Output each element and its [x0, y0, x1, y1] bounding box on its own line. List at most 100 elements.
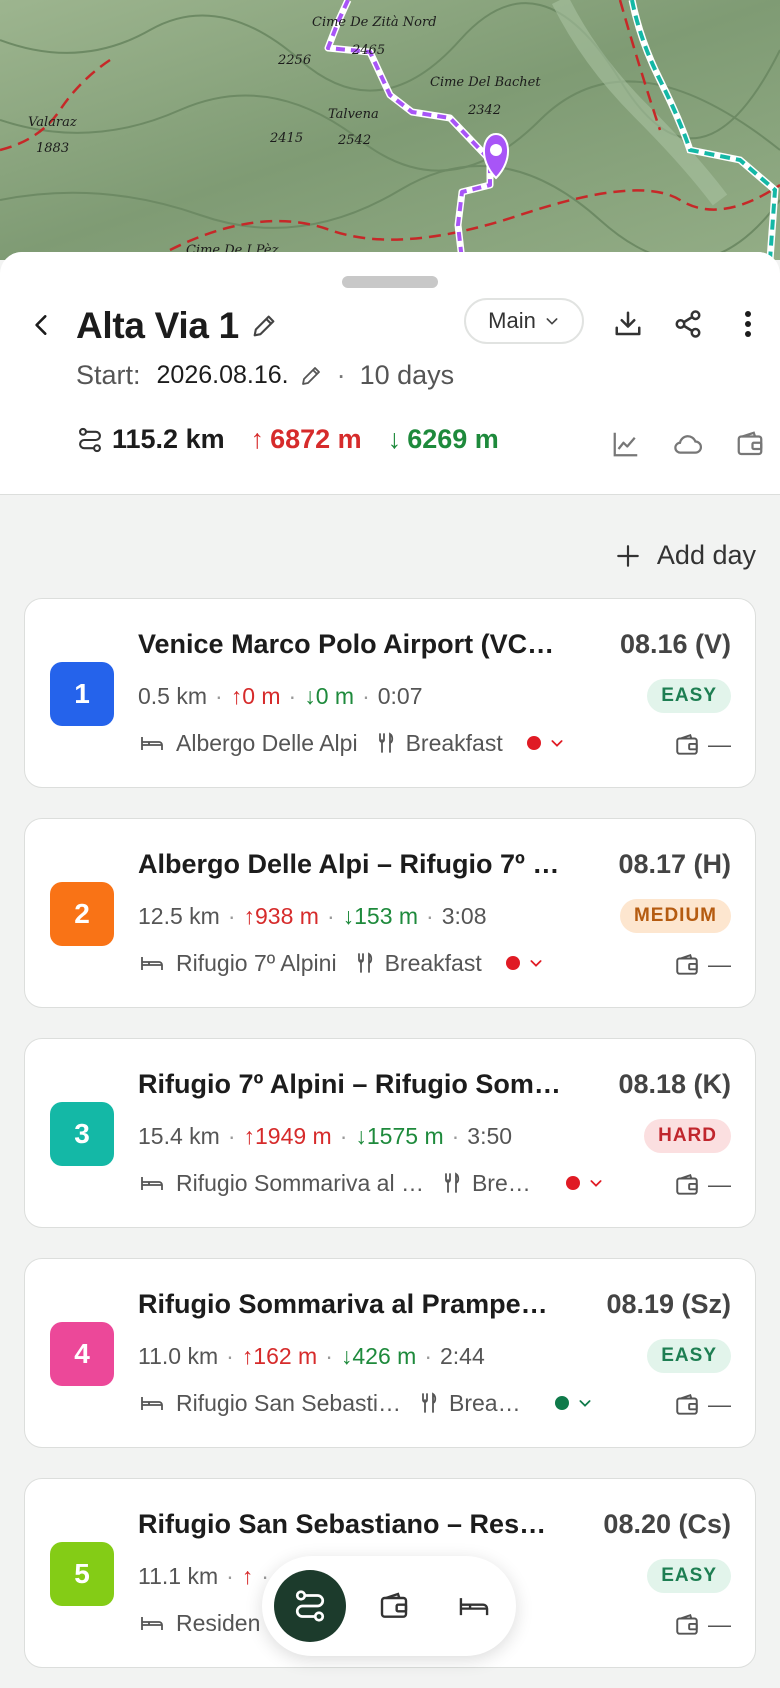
elevation-chart-button[interactable] — [606, 424, 646, 464]
budget-button[interactable] — [730, 424, 770, 464]
arrow-down-icon: ↓ — [342, 903, 355, 929]
day-distance: 0.5 km — [138, 683, 208, 709]
arrow-up-icon: ↑ — [250, 424, 265, 454]
cutlery-icon — [372, 729, 400, 757]
day-distance: 12.5 km — [138, 903, 220, 929]
day-budget-value: — — [708, 1171, 731, 1197]
wallet-icon — [737, 431, 763, 456]
day-lodging[interactable]: Rifugio 7º Alpini — [176, 950, 337, 977]
add-day-label: Add day — [656, 540, 756, 570]
arrow-up-icon: ↑ — [243, 903, 256, 929]
wallet-icon — [674, 1172, 700, 1198]
arrow-up-icon: ↑ — [241, 1563, 254, 1589]
total-distance: 115.2 km — [112, 424, 225, 454]
tab-route[interactable] — [274, 1570, 346, 1642]
day-stats: 12.5 km · ↑ 938 m · ↓ 153 m · 3:08 — [138, 903, 486, 930]
share-button[interactable] — [668, 304, 708, 344]
difficulty-badge: MEDIUM — [619, 899, 731, 933]
day-date: 08.20 (Cs) — [603, 1509, 731, 1539]
day-title: Albergo Delle Alpi – Rifugio 7º … — [138, 849, 560, 879]
day-time: 3:50 — [467, 1123, 513, 1149]
day-meal[interactable]: Breakfast — [385, 950, 482, 977]
arrow-up-icon: ↑ — [241, 1343, 254, 1369]
download-icon — [615, 311, 641, 336]
download-button[interactable] — [608, 304, 648, 344]
more-button[interactable] — [728, 304, 768, 344]
map-label: 1883 — [36, 141, 69, 156]
day-time: 2:44 — [440, 1343, 485, 1369]
day-meal[interactable]: Breakf… — [449, 1390, 531, 1417]
day-lodging[interactable]: Rifugio San Sebasti… — [176, 1390, 401, 1417]
chevron-down-icon[interactable] — [577, 1395, 593, 1411]
day-meta: Albergo Delle Alpi Breakfast — [138, 729, 565, 757]
bed-icon — [138, 729, 166, 757]
arrow-down-icon: ↓ — [355, 1123, 367, 1149]
bed-icon — [138, 1169, 166, 1197]
day-card[interactable]: 1 Venice Marco Polo Airport (VC… 08.16 (V)… — [24, 598, 756, 788]
arrow-up-icon: ↑ — [243, 1123, 256, 1149]
trip-header: Alta Via 1 Main Start: 2026.08.16. · 10 … — [0, 252, 780, 495]
start-date[interactable]: 2026.08.16. — [157, 361, 289, 390]
map-label: Cime De Zità Nord — [312, 15, 437, 30]
day-ascent: 0 m — [242, 683, 281, 709]
chevron-down-icon[interactable] — [549, 735, 565, 751]
day-descent: 0 m — [315, 683, 355, 709]
day-lodging[interactable]: Rifugio Sommariva al … — [176, 1170, 424, 1197]
day-budget-value: — — [708, 1391, 731, 1417]
day-budget[interactable]: — — [674, 1611, 731, 1638]
day-budget[interactable]: — — [674, 951, 731, 978]
tab-budget[interactable] — [362, 1574, 426, 1638]
day-meal[interactable]: Brea… — [472, 1170, 542, 1197]
day-budget[interactable]: — — [674, 1171, 731, 1198]
separator-dot: · — [226, 1343, 234, 1369]
pencil-icon — [301, 366, 320, 385]
weather-button[interactable] — [668, 424, 708, 464]
arrow-up-icon: ↑ — [230, 683, 243, 709]
map-label: 2465 — [351, 43, 385, 58]
day-number-badge: 1 — [50, 662, 114, 726]
variant-dropdown[interactable]: Main — [464, 298, 584, 344]
edit-date-button[interactable] — [299, 364, 323, 388]
chevron-left-icon — [35, 315, 47, 335]
day-lodging[interactable]: Residen — [176, 1610, 260, 1637]
map-label: 2542 — [337, 133, 371, 148]
day-budget[interactable]: — — [674, 731, 731, 758]
booking-status-dot — [565, 1176, 580, 1190]
route-icon — [79, 427, 101, 452]
booking-status-dot — [555, 1396, 570, 1410]
day-distance: 11.1 km — [138, 1563, 219, 1589]
day-card[interactable]: 2 Albergo Delle Alpi – Rifugio 7º … 08.17 … — [24, 818, 756, 1008]
day-lodging[interactable]: Albergo Delle Alpi — [176, 730, 358, 757]
cutlery-icon — [351, 949, 379, 977]
wallet-icon — [674, 1612, 700, 1638]
trip-tools — [606, 424, 770, 464]
booking-status-dot — [505, 956, 520, 970]
map-label: 2415 — [269, 131, 303, 146]
chevron-down-icon[interactable] — [588, 1175, 604, 1191]
start-label: Start: — [76, 360, 141, 390]
start-row: Start: 2026.08.16. · 10 days — [76, 360, 454, 391]
day-time: 0:07 — [377, 683, 423, 709]
tab-lodging[interactable] — [442, 1574, 506, 1638]
day-title: Rifugio Sommariva al Prampe… — [138, 1289, 548, 1319]
edit-title-button[interactable] — [250, 312, 280, 342]
cutlery-icon — [438, 1169, 466, 1197]
separator-dot: · — [326, 903, 335, 929]
add-day-button[interactable]: Add day — [615, 540, 756, 571]
cutlery-icon — [415, 1389, 443, 1417]
day-descent: 153 m — [354, 903, 419, 929]
bed-icon — [138, 1609, 166, 1637]
sheet-drag-handle[interactable] — [342, 276, 438, 288]
share-icon — [675, 310, 701, 338]
map-view[interactable]: Cime De Zità Nord 2256 2465 Cime Del Bac… — [0, 0, 780, 260]
day-distance: 15.4 km — [138, 1123, 220, 1149]
chevron-down-icon — [546, 318, 558, 325]
chevron-down-icon[interactable] — [528, 955, 544, 971]
day-card[interactable]: 3 Rifugio 7º Alpini – Rifugio Som… 08.18 (… — [24, 1038, 756, 1228]
day-stats: 11.0 km · ↑ 162 m · ↓ 426 m · 2:44 — [138, 1343, 485, 1370]
day-number-badge: 4 — [50, 1322, 114, 1386]
day-meal[interactable]: Breakfast — [406, 730, 503, 757]
day-budget[interactable]: — — [674, 1391, 731, 1418]
back-button[interactable] — [24, 307, 60, 343]
day-card[interactable]: 4 Rifugio Sommariva al Prampe… 08.19 (Sz) 1… — [24, 1258, 756, 1448]
